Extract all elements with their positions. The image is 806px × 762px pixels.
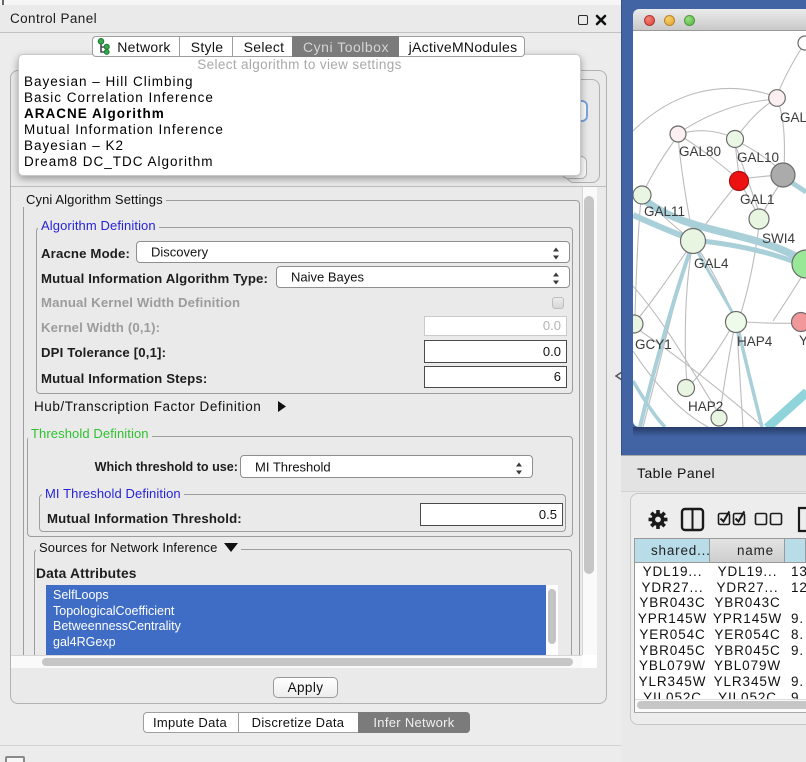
svg-text:SWI4: SWI4 xyxy=(762,231,795,246)
svg-text:GAL7: GAL7 xyxy=(780,110,806,125)
svg-text:GCY1: GCY1 xyxy=(635,337,672,352)
svg-text:HAP2: HAP2 xyxy=(688,399,723,414)
svg-text:GAL10: GAL10 xyxy=(737,150,779,165)
svg-text:GAL11: GAL11 xyxy=(644,204,685,219)
svg-text:Y: Y xyxy=(799,333,806,348)
svg-text:GAL1: GAL1 xyxy=(740,192,775,207)
svg-text:HAP4: HAP4 xyxy=(737,334,773,349)
svg-text:GAL80: GAL80 xyxy=(679,144,721,159)
svg-text:GAL4: GAL4 xyxy=(694,256,729,271)
